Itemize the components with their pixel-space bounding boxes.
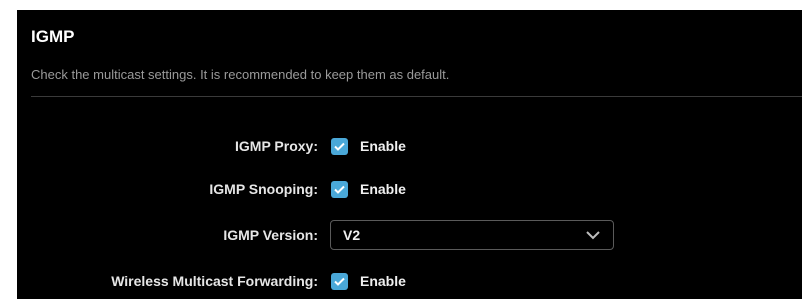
wireless-multicast-forwarding-checkbox[interactable]: Enable xyxy=(331,266,406,296)
wireless-multicast-forwarding-label: Wireless Multicast Forwarding: xyxy=(111,273,318,289)
igmp-proxy-row: IGMP Proxy: Enable xyxy=(17,131,802,161)
igmp-snooping-checkbox[interactable]: Enable xyxy=(331,174,406,204)
divider xyxy=(31,96,802,97)
igmp-version-label: IGMP Version: xyxy=(223,227,318,243)
section-description: Check the multicast settings. It is reco… xyxy=(31,67,450,82)
igmp-proxy-label: IGMP Proxy: xyxy=(235,138,318,154)
checkmark-icon[interactable] xyxy=(331,180,348,198)
igmp-version-value: V2 xyxy=(343,227,361,243)
igmp-version-select[interactable]: V2 xyxy=(330,220,614,250)
igmp-proxy-enable-label: Enable xyxy=(360,138,406,154)
igmp-proxy-checkbox[interactable]: Enable xyxy=(331,131,406,161)
igmp-version-row: IGMP Version: V2 xyxy=(17,220,802,250)
igmp-snooping-row: IGMP Snooping: Enable xyxy=(17,174,802,204)
section-title: IGMP xyxy=(31,27,75,46)
wireless-multicast-forwarding-enable-label: Enable xyxy=(360,273,406,289)
igmp-settings-panel: IGMP Check the multicast settings. It is… xyxy=(17,10,802,299)
chevron-down-icon[interactable] xyxy=(585,230,601,240)
igmp-snooping-label: IGMP Snooping: xyxy=(209,181,318,197)
checkmark-icon[interactable] xyxy=(331,272,348,290)
checkmark-icon[interactable] xyxy=(331,137,348,155)
igmp-snooping-enable-label: Enable xyxy=(360,181,406,197)
wireless-multicast-forwarding-row: Wireless Multicast Forwarding: Enable xyxy=(17,266,802,296)
